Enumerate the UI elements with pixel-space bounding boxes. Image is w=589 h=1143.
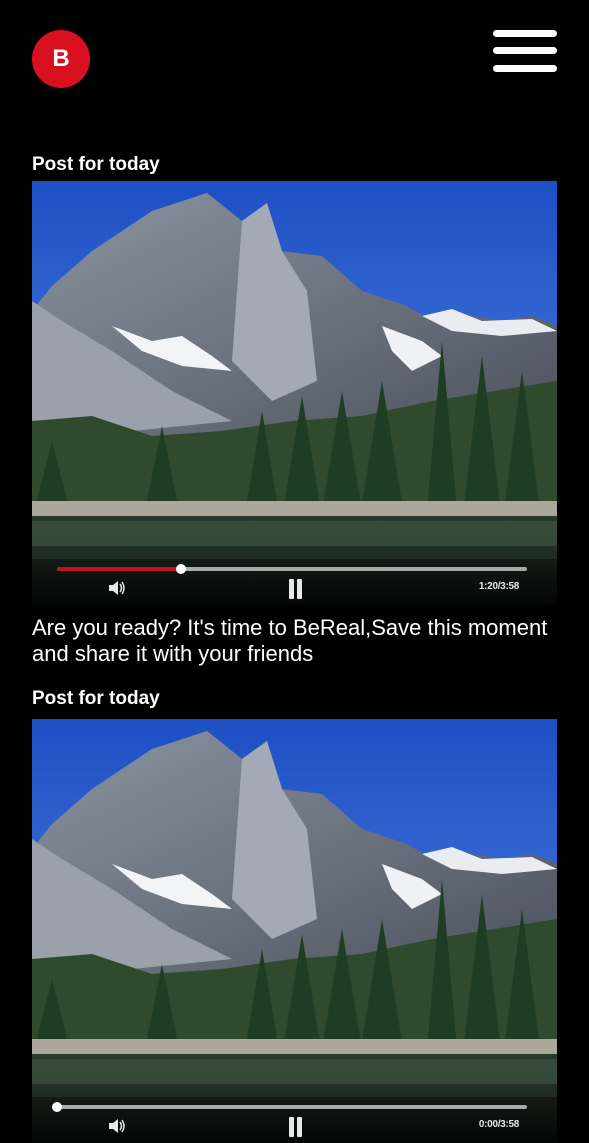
volume-icon[interactable]	[107, 579, 127, 597]
post-caption: Are you ready? It's time to BeReal,Save …	[32, 615, 548, 666]
video-controls: 0:00/3:58	[32, 1097, 557, 1143]
landscape-video-frame	[32, 719, 557, 1143]
pause-icon[interactable]	[286, 1117, 304, 1137]
video-time: 1:20/3:58	[478, 581, 519, 592]
progress-thumb[interactable]	[175, 564, 186, 574]
app-logo[interactable]: B	[32, 30, 90, 88]
app-header: B	[0, 0, 589, 110]
progress-thumb[interactable]	[52, 1102, 62, 1112]
hamburger-menu-icon[interactable]	[493, 30, 557, 74]
progress-bar[interactable]	[52, 1102, 527, 1112]
landscape-video-frame	[32, 181, 557, 605]
video-time: 0:00/3:58	[478, 1119, 519, 1130]
volume-icon[interactable]	[107, 1117, 127, 1135]
video-player[interactable]: 0:00/3:58	[32, 719, 557, 1143]
video-player[interactable]: 1:20/3:58	[32, 181, 557, 605]
progress-fill	[57, 567, 181, 571]
progress-bar[interactable]	[57, 564, 527, 574]
video-controls: 1:20/3:58	[32, 559, 557, 605]
pause-icon[interactable]	[286, 579, 304, 599]
post-title: Post for today	[32, 688, 160, 709]
post-title: Post for today	[32, 154, 160, 175]
